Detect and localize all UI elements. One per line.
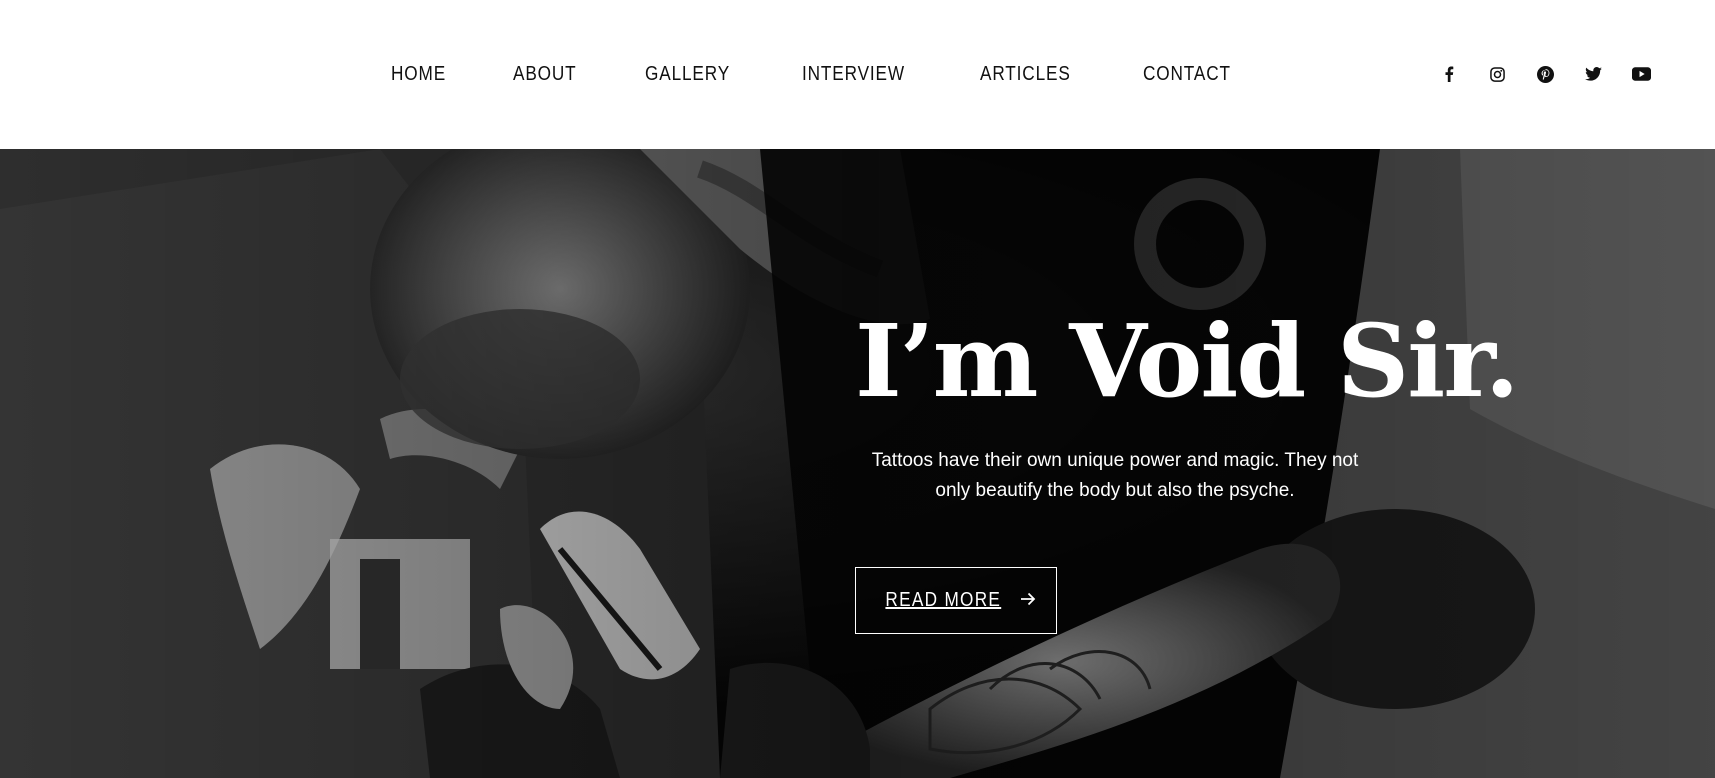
- nav-interview[interactable]: INTERVIEW: [802, 60, 905, 88]
- arrow-right-icon: [1020, 589, 1036, 612]
- nav-gallery[interactable]: GALLERY: [645, 60, 730, 88]
- nav-about[interactable]: ABOUT: [513, 60, 577, 88]
- read-more-button[interactable]: READ MORE: [855, 567, 1057, 634]
- instagram-icon[interactable]: [1473, 60, 1521, 88]
- main-nav: HOME ABOUT GALLERY INTERVIEW ARTICLES CO…: [391, 60, 1303, 88]
- social-links: [1425, 60, 1665, 88]
- pinterest-icon[interactable]: [1521, 60, 1569, 88]
- facebook-icon[interactable]: [1425, 60, 1473, 88]
- nav-articles[interactable]: ARTICLES: [980, 60, 1071, 88]
- hero-title: I’m Void Sir.: [855, 302, 1520, 420]
- hero-description: Tattoos have their own unique power and …: [871, 450, 1359, 501]
- twitter-icon[interactable]: [1569, 60, 1617, 88]
- nav-contact[interactable]: CONTACT: [1143, 60, 1231, 88]
- youtube-icon[interactable]: [1617, 60, 1665, 88]
- hero-content: I’m Void Sir. Tattoos have their own uni…: [855, 302, 1520, 634]
- site-header: HOME ABOUT GALLERY INTERVIEW ARTICLES CO…: [0, 0, 1715, 149]
- read-more-label: READ MORE: [885, 589, 1001, 611]
- hero-section: I’m Void Sir. Tattoos have their own uni…: [0, 149, 1715, 778]
- nav-home[interactable]: HOME: [391, 60, 446, 88]
